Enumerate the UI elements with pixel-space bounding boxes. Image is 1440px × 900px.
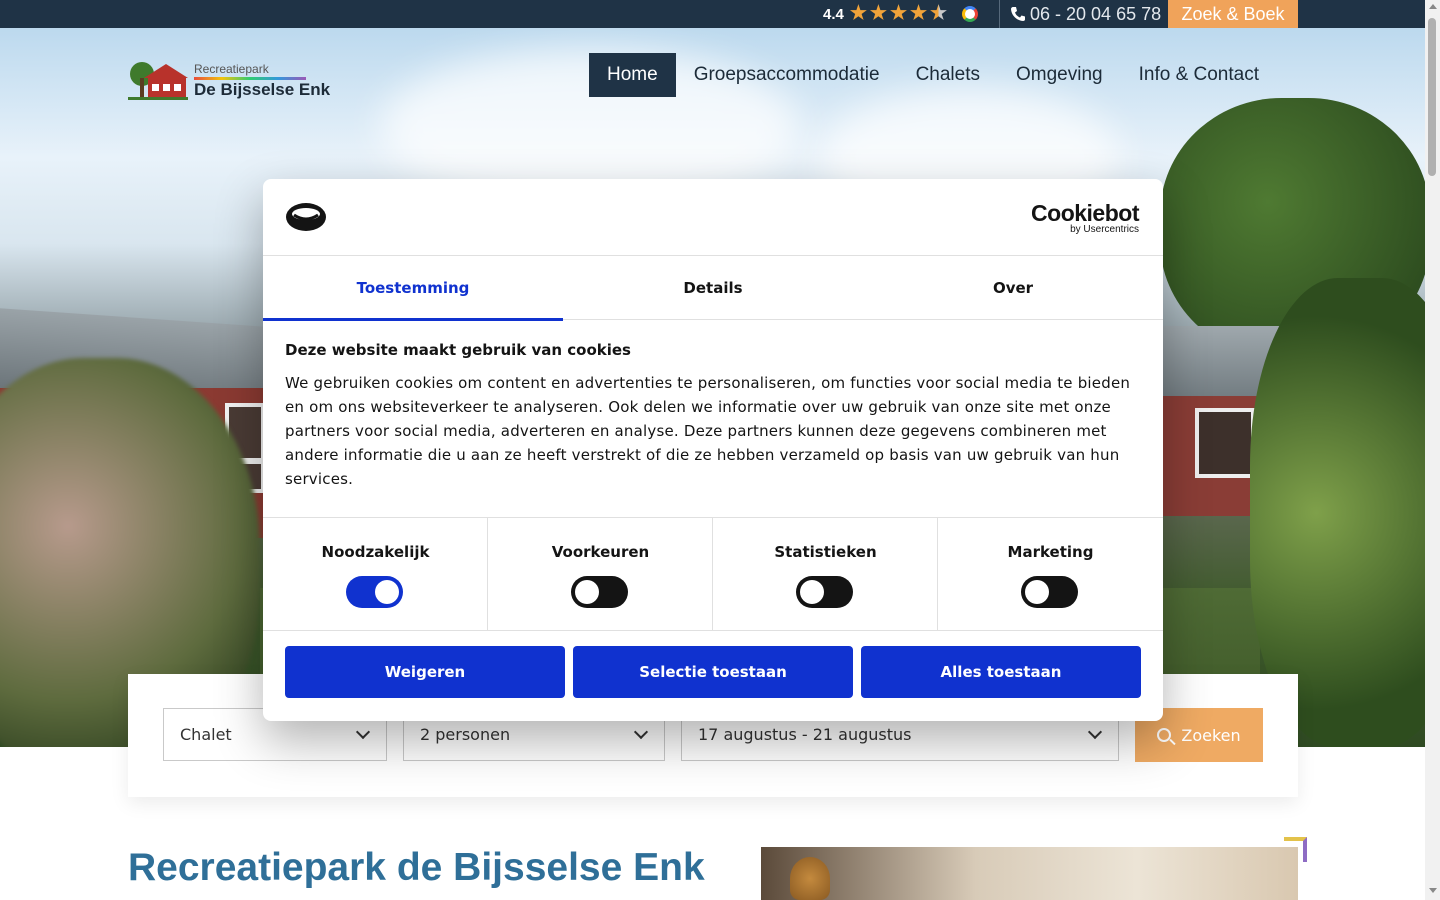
chevron-down-icon <box>1087 724 1103 740</box>
search-icon <box>1157 728 1172 742</box>
main-nav: Home Groepsaccommodatie Chalets Omgeving… <box>589 53 1277 97</box>
star-icon: ★ <box>889 3 907 24</box>
star-icon: ★ <box>849 3 867 24</box>
category-noodzakelijk: Noodzakelijk <box>263 518 488 630</box>
toggle-knob <box>375 580 399 604</box>
category-marketing: Marketing <box>938 518 1163 630</box>
interior-photo <box>761 847 1298 900</box>
toggle-knob <box>800 580 824 604</box>
toggle-knob <box>1025 580 1049 604</box>
phone-number: 06 - 20 04 65 78 <box>1030 3 1162 24</box>
cookie-dialog-header: Cookiebot by Usercentrics <box>263 179 1163 256</box>
category-label: Voorkeuren <box>551 543 650 561</box>
phone-link[interactable]: 06 - 20 04 65 78 <box>1010 3 1161 25</box>
google-icon <box>962 6 979 22</box>
toggle-knob <box>575 580 599 604</box>
cookiebot-brand-sub: by Usercentrics <box>1070 224 1139 235</box>
cookie-title: Deze website maakt gebruik van cookies <box>285 341 631 359</box>
cookie-buttons: Weigeren Selectie toestaan Alles toestaa… <box>285 646 1141 698</box>
page-scrollbar[interactable] <box>1425 0 1440 900</box>
google-rating[interactable]: 4.4 ★ ★ ★ ★ ★ <box>823 3 979 24</box>
tab-toestemming[interactable]: Toestemming <box>263 256 563 321</box>
search-button-label: Zoeken <box>1181 725 1241 745</box>
nav-item-home[interactable]: Home <box>589 53 676 97</box>
house-logo-icon <box>128 62 188 100</box>
tab-details[interactable]: Details <box>563 256 863 320</box>
cookie-body: Deze website maakt gebruik van cookies W… <box>285 341 1141 491</box>
nav-item-chalets[interactable]: Chalets <box>898 53 998 97</box>
chalet-window <box>1195 408 1255 478</box>
chevron-down-icon <box>355 724 371 740</box>
nav-item-omgeving[interactable]: Omgeving <box>998 53 1121 97</box>
top-bar: 4.4 ★ ★ ★ ★ ★ 06 - 20 04 65 78 Zoek & Bo… <box>0 0 1425 28</box>
chevron-down-icon <box>633 724 649 740</box>
category-label: Marketing <box>1007 543 1094 561</box>
book-button[interactable]: Zoek & Boek <box>1168 0 1298 28</box>
star-icon: ★ <box>910 3 928 24</box>
phone-icon <box>1011 7 1025 21</box>
toggle-statistieken[interactable] <box>796 576 853 608</box>
scroll-down-arrow[interactable] <box>1429 888 1437 893</box>
category-label: Statistieken <box>774 543 877 561</box>
accommodation-type-value: Chalet <box>180 725 232 744</box>
allow-selection-button[interactable]: Selectie toestaan <box>573 646 853 698</box>
cookiebot-brand-name: Cookiebot <box>1031 200 1139 226</box>
topbar-divider <box>999 0 1000 28</box>
corner-decoration <box>1284 837 1307 862</box>
persons-value: 2 personen <box>420 725 511 744</box>
cookiebot-brand[interactable]: Cookiebot by Usercentrics <box>1031 201 1139 235</box>
toggle-marketing[interactable] <box>1021 576 1078 608</box>
scroll-thumb[interactable] <box>1428 18 1436 176</box>
allow-all-button[interactable]: Alles toestaan <box>861 646 1141 698</box>
scroll-up-arrow[interactable] <box>1429 4 1437 9</box>
logo-title: De Bijsselse Enk <box>194 80 331 99</box>
rating-value: 4.4 <box>823 5 844 23</box>
nav-item-groepsaccommodatie[interactable]: Groepsaccommodatie <box>676 53 898 97</box>
deny-button[interactable]: Weigeren <box>285 646 565 698</box>
category-label: Noodzakelijk <box>321 543 430 561</box>
toggle-noodzakelijk[interactable] <box>346 576 403 608</box>
logo-subtitle: Recreatiepark <box>194 62 269 76</box>
cookie-consent-dialog: Cookiebot by Usercentrics Toestemming De… <box>263 179 1163 721</box>
lamp <box>790 857 830 900</box>
tab-over[interactable]: Over <box>863 256 1163 320</box>
cookie-tabs: Toestemming Details Over <box>263 256 1163 321</box>
category-statistieken: Statistieken <box>713 518 938 630</box>
site-logo[interactable]: Recreatiepark De Bijsselse Enk <box>128 58 330 102</box>
category-voorkeuren: Voorkeuren <box>488 518 713 630</box>
page-heading: Recreatiepark de Bijsselse Enk <box>128 846 705 889</box>
nav-item-info-contact[interactable]: Info & Contact <box>1121 53 1277 97</box>
half-star-icon: ★ <box>930 3 948 24</box>
star-icon: ★ <box>869 3 887 24</box>
date-range-value: 17 augustus - 21 augustus <box>698 725 912 744</box>
cookie-text: We gebruiken cookies om content en adver… <box>285 374 1131 488</box>
cookiebot-logo-icon <box>286 203 326 231</box>
cookie-category-toggles: Noodzakelijk Voorkeuren Statistieken Mar… <box>263 517 1163 631</box>
toggle-voorkeuren[interactable] <box>571 576 628 608</box>
